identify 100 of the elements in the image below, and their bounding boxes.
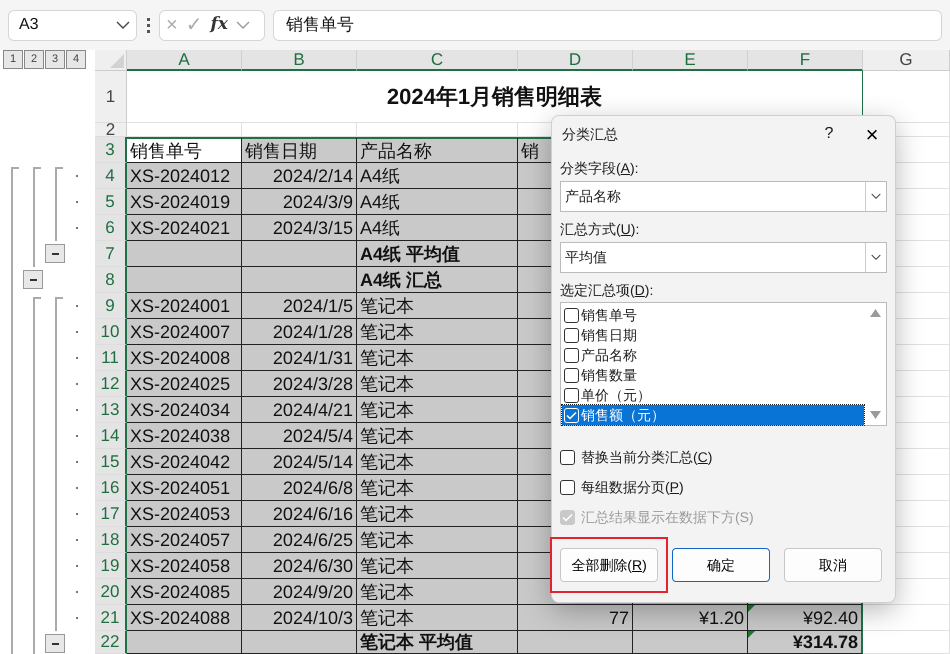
table-cell[interactable]: XS-2024001 [127, 293, 242, 319]
row-header[interactable]: 6 [95, 215, 127, 241]
help-button[interactable]: ? [809, 122, 849, 146]
column-header[interactable]: G [863, 50, 950, 71]
table-cell[interactable]: XS-2024085 [127, 579, 242, 605]
table-cell[interactable]: XS-2024012 [127, 163, 242, 189]
table-cell[interactable] [127, 631, 242, 654]
table-cell[interactable]: 笔记本 [357, 475, 518, 501]
column-header[interactable]: F [748, 50, 863, 71]
table-cell[interactable]: XS-2024038 [127, 423, 242, 449]
column-header[interactable]: B [242, 50, 357, 71]
row-header[interactable]: 20 [95, 579, 127, 605]
table-cell[interactable]: 笔记本 [357, 423, 518, 449]
list-item[interactable]: 单价（元） [562, 385, 864, 406]
outline-level-button[interactable]: 2 [24, 50, 44, 69]
scroll-down-icon[interactable] [870, 411, 880, 420]
table-cell[interactable]: 2024/3/28 [242, 371, 357, 397]
table-cell[interactable]: A4纸 [357, 215, 518, 241]
table-cell[interactable]: 销售日期 [242, 137, 357, 163]
table-cell[interactable]: 2024/2/14 [242, 163, 357, 189]
table-cell[interactable]: A4纸 平均值 [357, 241, 518, 267]
checkbox-label[interactable]: 每组数据分页(P) [581, 476, 684, 498]
table-cell[interactable]: 2024/6/16 [242, 501, 357, 527]
table-cell[interactable] [127, 241, 242, 267]
dialog-button[interactable]: 全部删除(R) [560, 548, 658, 582]
collapse-button[interactable] [45, 244, 65, 263]
table-cell[interactable]: 笔记本 [357, 345, 518, 371]
row-header[interactable]: 12 [95, 371, 127, 397]
column-header[interactable]: A [127, 50, 242, 71]
row-header[interactable]: 1 [95, 71, 127, 123]
table-cell[interactable]: 2024/4/21 [242, 397, 357, 423]
dropdown-caret-icon[interactable] [116, 20, 130, 30]
checkbox[interactable] [564, 368, 579, 383]
table-cell[interactable]: XS-2024042 [127, 449, 242, 475]
table-cell[interactable]: 笔记本 [357, 293, 518, 319]
table-cell[interactable] [127, 267, 242, 293]
row-header[interactable]: 15 [95, 449, 127, 475]
checkbox[interactable] [564, 388, 579, 403]
list-item[interactable]: 销售单号 [562, 305, 864, 326]
table-cell[interactable]: 2024/1/28 [242, 319, 357, 345]
table-cell[interactable]: 笔记本 [357, 501, 518, 527]
row-header[interactable]: 7 [95, 241, 127, 267]
table-cell[interactable]: XS-2024007 [127, 319, 242, 345]
row-header[interactable]: 9 [95, 293, 127, 319]
table-cell[interactable]: ¥314.78 [748, 631, 863, 654]
outline-level-button[interactable]: 4 [66, 50, 86, 69]
row-header[interactable]: 3 [95, 137, 127, 163]
list-item[interactable]: 产品名称 [562, 345, 864, 366]
table-cell[interactable]: 2024/3/15 [242, 215, 357, 241]
more-icon[interactable] [145, 18, 151, 32]
table-cell[interactable]: 产品名称 [357, 137, 518, 163]
checkbox[interactable] [564, 308, 579, 323]
table-cell[interactable]: ¥1.20 [633, 605, 748, 631]
checkbox[interactable] [564, 348, 579, 363]
list-item[interactable]: 销售数量 [562, 365, 864, 386]
row-header[interactable]: 13 [95, 397, 127, 423]
checkbox[interactable] [560, 480, 575, 495]
row-header[interactable]: 22 [95, 631, 127, 654]
table-cell[interactable]: XS-2024053 [127, 501, 242, 527]
table-cell[interactable]: XS-2024051 [127, 475, 242, 501]
column-header[interactable]: E [633, 50, 748, 71]
row-header[interactable]: 14 [95, 423, 127, 449]
table-cell[interactable]: 2024/6/30 [242, 553, 357, 579]
dialog-button[interactable]: 取消 [784, 548, 882, 582]
table-cell[interactable]: XS-2024025 [127, 371, 242, 397]
table-cell[interactable]: 笔记本 [357, 397, 518, 423]
formula-field[interactable]: 销售单号 [273, 10, 942, 40]
table-cell[interactable]: 2024/10/3 [242, 605, 357, 631]
dropdown-field[interactable]: 平均值 [560, 242, 887, 273]
scroll-up-icon[interactable] [870, 309, 880, 318]
collapse-button[interactable] [45, 634, 65, 653]
table-cell[interactable]: 笔记本 [357, 371, 518, 397]
table-cell[interactable] [242, 631, 357, 654]
column-header[interactable]: C [357, 50, 518, 71]
table-cell[interactable]: 笔记本 平均值 [357, 631, 518, 654]
table-cell[interactable] [633, 631, 748, 654]
table-cell[interactable]: XS-2024019 [127, 189, 242, 215]
column-header[interactable]: D [518, 50, 633, 71]
table-cell[interactable]: 2024/5/14 [242, 449, 357, 475]
table-cell[interactable]: 销售单号 [127, 137, 242, 163]
outline-level-button[interactable]: 1 [3, 50, 23, 69]
table-cell[interactable]: 笔记本 [357, 579, 518, 605]
checkbox[interactable] [560, 450, 575, 465]
row-header[interactable]: 21 [95, 605, 127, 631]
list-item[interactable]: 销售额（元） [562, 405, 864, 426]
table-cell[interactable]: 笔记本 [357, 527, 518, 553]
table-cell[interactable]: XS-2024057 [127, 527, 242, 553]
table-cell[interactable]: 笔记本 [357, 449, 518, 475]
table-cell[interactable]: XS-2024021 [127, 215, 242, 241]
table-cell[interactable] [242, 267, 357, 293]
list-item[interactable]: 销售日期 [562, 325, 864, 346]
row-header[interactable]: 5 [95, 189, 127, 215]
outline-level-button[interactable]: 3 [45, 50, 65, 69]
dialog-button[interactable]: 确定 [672, 548, 770, 582]
row-header[interactable]: 16 [95, 475, 127, 501]
table-cell[interactable]: XS-2024008 [127, 345, 242, 371]
row-header[interactable]: 19 [95, 553, 127, 579]
table-cell[interactable]: 2024/1/5 [242, 293, 357, 319]
table-cell[interactable]: 2024/9/20 [242, 579, 357, 605]
table-cell[interactable]: 2024/3/9 [242, 189, 357, 215]
